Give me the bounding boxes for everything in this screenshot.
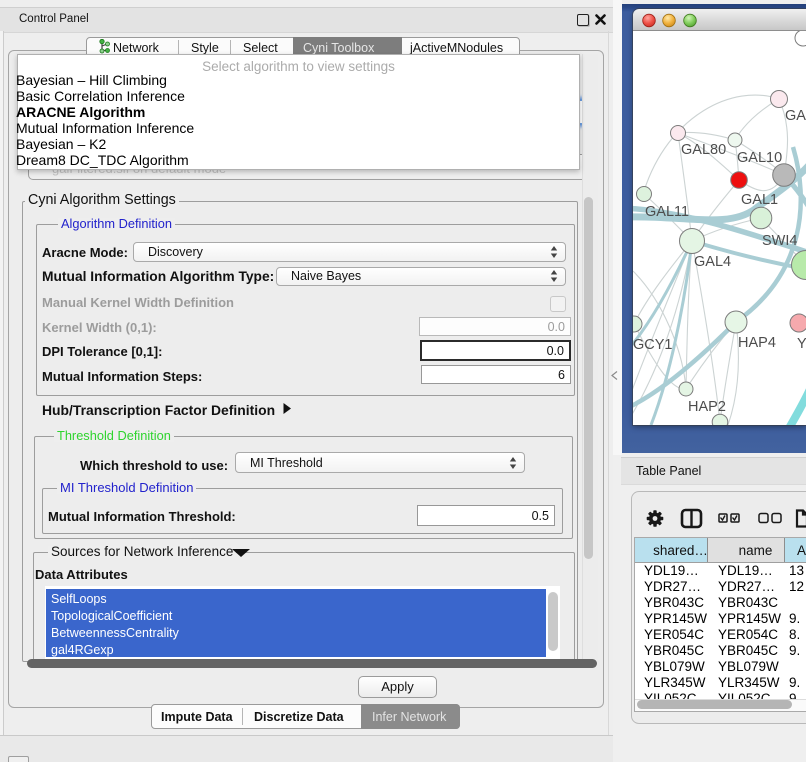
svg-text:HAP4: HAP4 [738, 335, 776, 351]
svg-text:GAL1: GAL1 [741, 192, 778, 208]
svg-text:GAL10: GAL10 [737, 150, 782, 166]
svg-text:GAL: GAL [785, 108, 806, 124]
svg-text:GAL4: GAL4 [694, 254, 731, 270]
svg-text:HAP2: HAP2 [688, 399, 726, 415]
svg-text:GAL11: GAL11 [645, 204, 689, 220]
svg-text:GCY1: GCY1 [633, 337, 673, 353]
svg-text:Y: Y [797, 336, 806, 352]
svg-text:GAL80: GAL80 [681, 142, 726, 158]
svg-text:SWI4: SWI4 [762, 233, 797, 249]
